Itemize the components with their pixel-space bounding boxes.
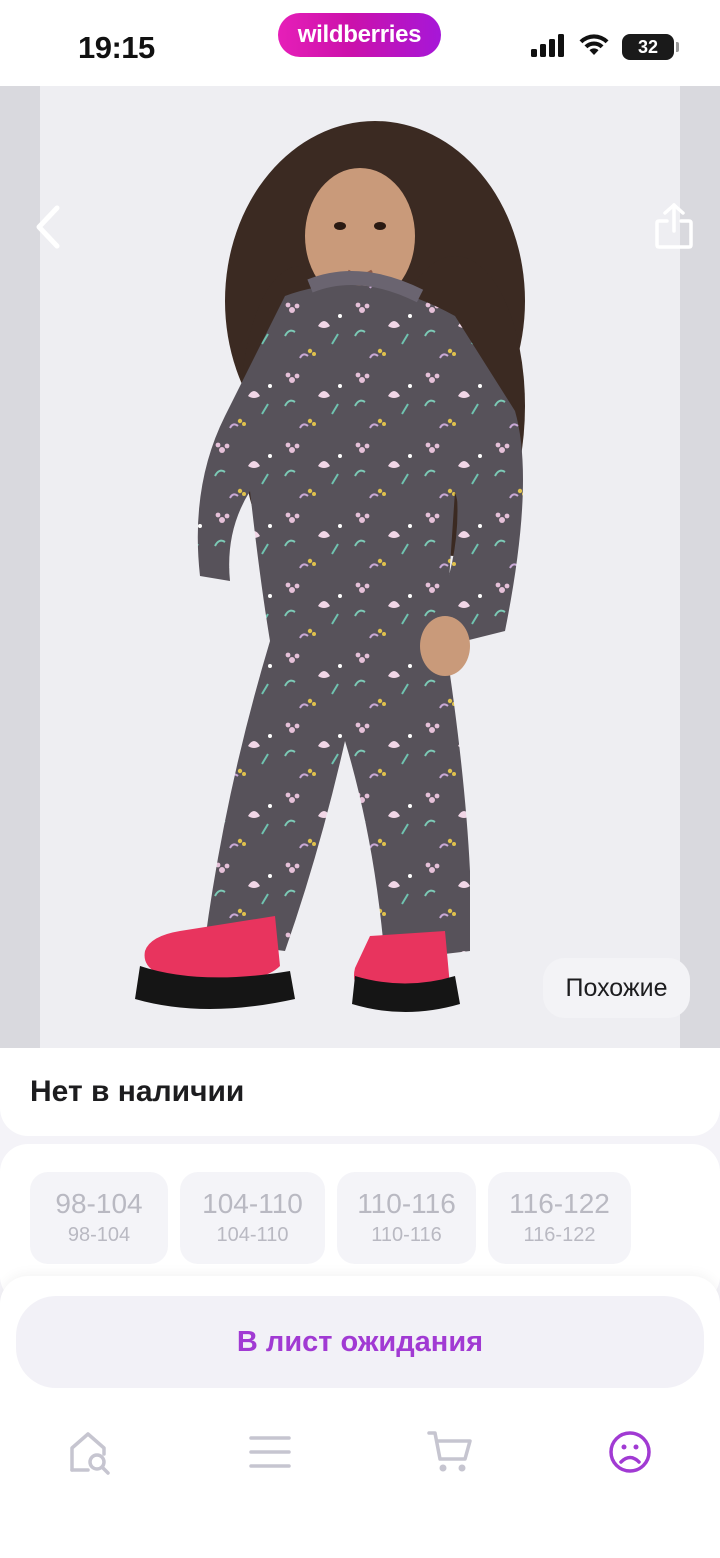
size-sublabel: 104-110: [216, 1224, 289, 1246]
bottom-sheet: В лист ожидания: [0, 1276, 720, 1558]
status-time: 19:15: [78, 30, 155, 65]
size-option[interactable]: 110-116 110-116: [337, 1172, 476, 1264]
share-button[interactable]: [652, 202, 696, 254]
system-icons: 32: [530, 32, 679, 62]
add-to-waitlist-button[interactable]: В лист ожидания: [16, 1296, 704, 1388]
product-image[interactable]: [0, 86, 720, 1048]
status-bar: 19:15 wildberries 32: [0, 0, 720, 86]
tab-catalog[interactable]: [240, 1424, 300, 1484]
profile-icon: [607, 1429, 653, 1480]
chevron-left-icon: [34, 205, 62, 254]
availability-status: Нет в наличии: [30, 1075, 245, 1108]
back-button[interactable]: [28, 204, 68, 254]
size-sublabel: 116-122: [523, 1224, 596, 1246]
tab-profile[interactable]: [600, 1424, 660, 1484]
size-option[interactable]: 116-122 116-122: [488, 1172, 631, 1264]
home-search-icon: [66, 1428, 114, 1481]
availability-card: Нет в наличии: [0, 1048, 720, 1136]
cellular-signal-icon: [530, 33, 566, 62]
cart-icon: [427, 1429, 473, 1480]
size-label: 116-122: [509, 1188, 610, 1219]
size-option[interactable]: 98-104 98-104: [30, 1172, 168, 1264]
size-label: 110-116: [357, 1188, 456, 1219]
brand-logo[interactable]: wildberries: [278, 13, 441, 57]
tab-home[interactable]: [60, 1424, 120, 1484]
wifi-icon: [578, 33, 610, 62]
tab-cart[interactable]: [420, 1424, 480, 1484]
battery-icon: 32: [622, 34, 679, 60]
product-photo-illustration: [40, 86, 680, 1048]
size-option[interactable]: 104-110 104-110: [180, 1172, 325, 1264]
menu-icon: [248, 1434, 292, 1475]
size-sublabel: 98-104: [67, 1224, 131, 1246]
similar-button[interactable]: Похожие: [543, 958, 690, 1018]
size-label: 104-110: [202, 1188, 303, 1219]
tab-bar: [0, 1418, 720, 1498]
size-label: 98-104: [55, 1188, 143, 1219]
share-icon: [655, 202, 693, 254]
size-sublabel: 110-116: [371, 1224, 442, 1246]
